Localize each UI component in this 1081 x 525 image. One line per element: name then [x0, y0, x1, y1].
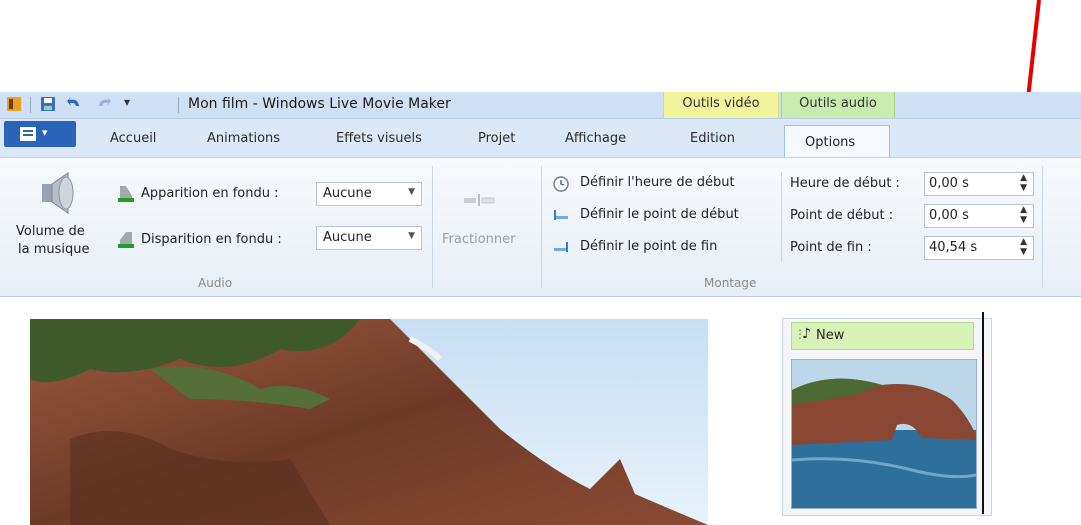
fade-out-label: Disparition en fondu : [141, 232, 282, 247]
tab-effets-visuels[interactable]: Effets visuels [336, 131, 422, 146]
tab-projet[interactable]: Projet [478, 131, 515, 146]
audio-tools-label: Outils audio [799, 96, 877, 111]
group-separator [541, 166, 542, 288]
end-point-value: 40,54 s [929, 240, 978, 255]
storyboard-panel: ⋮ ♪ New [782, 318, 992, 516]
fade-in-label: Apparition en fondu : [141, 186, 279, 201]
spinner-arrows-icon[interactable]: ▲ ▼ [1020, 205, 1027, 225]
start-time-spinner[interactable]: 0,00 s ▲ ▼ [924, 172, 1034, 196]
title-bar: ▾ Mon film - Windows Live Movie Maker Ou… [0, 92, 1081, 119]
video-tools-label: Outils vidéo [682, 96, 760, 111]
start-point-label: Point de début : [790, 208, 894, 223]
tab-options-active[interactable]: Options [784, 125, 890, 158]
title-separator [178, 97, 179, 113]
app-menu-button[interactable]: ▾ [4, 121, 76, 147]
ribbon-panel: Volume de la musique Apparition en fondu… [0, 157, 1081, 297]
music-volume-label-1: Volume de [16, 224, 85, 239]
start-time-value: 0,00 s [929, 176, 969, 191]
group-separator [432, 166, 433, 288]
video-preview[interactable] [30, 319, 708, 525]
start-point-spinner[interactable]: 0,00 s ▲ ▼ [924, 204, 1034, 228]
end-point-label: Point de fin : [790, 240, 872, 255]
music-volume-button[interactable]: Volume de la musique [16, 164, 106, 264]
fade-out-dropdown[interactable]: Aucune ▼ [316, 226, 422, 250]
fade-out-icon [118, 232, 134, 248]
set-start-point-button[interactable]: Définir le point de début [552, 206, 777, 226]
undo-icon[interactable] [66, 96, 82, 112]
save-icon[interactable] [40, 96, 56, 112]
video-clip-thumbnail[interactable] [791, 359, 977, 509]
fade-in-value: Aucune [323, 186, 372, 201]
fade-in-dropdown[interactable]: Aucune ▼ [316, 182, 422, 206]
window-title: Mon film - Windows Live Movie Maker [188, 96, 451, 112]
clock-icon [553, 176, 569, 192]
redo-icon[interactable] [96, 96, 112, 112]
fade-in-icon [118, 186, 134, 202]
end-point-spinner[interactable]: 40,54 s ▲ ▼ [924, 236, 1034, 260]
set-start-time-label: Définir l'heure de début [580, 175, 735, 190]
set-end-point-button[interactable]: Définir le point de fin [552, 238, 777, 258]
fade-out-value: Aucune [323, 230, 372, 245]
tab-edition[interactable]: Edition [690, 131, 735, 146]
audio-clip-name: New [816, 328, 845, 343]
spinner-arrows-icon[interactable]: ▲ ▼ [1020, 173, 1027, 193]
chevron-down-icon: ▼ [408, 187, 415, 197]
playhead-indicator[interactable] [982, 312, 984, 514]
tab-affichage[interactable]: Affichage [565, 131, 626, 146]
spinner-arrows-icon[interactable]: ▲ ▼ [1020, 237, 1027, 257]
audio-group-label: Audio [198, 276, 233, 290]
music-volume-label-2: la musique [18, 242, 90, 257]
chevron-down-icon: ▼ [408, 231, 415, 241]
title-separator [30, 97, 31, 113]
movie-maker-icon [7, 97, 21, 111]
audio-clip[interactable]: ⋮ ♪ New [791, 322, 974, 350]
group-separator [781, 172, 782, 262]
context-tab-video-tools[interactable]: Outils vidéo [663, 92, 779, 118]
quick-access-dropdown-icon[interactable]: ▾ [124, 95, 130, 109]
music-note-icon: ♪ [802, 326, 811, 342]
tab-accueil[interactable]: Accueil [110, 131, 156, 146]
speaker-icon [42, 172, 74, 214]
set-start-time-button[interactable]: Définir l'heure de début [552, 174, 777, 194]
montage-group-label: Montage [704, 276, 757, 290]
menu-icon [20, 127, 36, 141]
end-point-icon [554, 242, 568, 252]
set-start-point-label: Définir le point de début [580, 207, 739, 222]
context-tab-audio-tools[interactable]: Outils audio [781, 92, 895, 118]
start-point-icon [554, 210, 568, 220]
split-icon [464, 194, 495, 206]
tab-animations[interactable]: Animations [207, 131, 280, 146]
start-time-label: Heure de début : [790, 176, 900, 191]
preview-image [30, 319, 708, 525]
tab-options: Options [805, 135, 856, 150]
ribbon-tabs: ▾ Accueil Animations Effets visuels Proj… [0, 119, 1081, 158]
clip-thumbnail-image [792, 360, 976, 508]
chevron-down-icon: ▾ [42, 126, 48, 139]
set-end-point-label: Définir le point de fin [580, 239, 718, 254]
group-separator [1042, 166, 1043, 288]
start-point-value: 0,00 s [929, 208, 969, 223]
split-label: Fractionner [442, 232, 516, 247]
split-button[interactable]: Fractionner [438, 168, 536, 268]
